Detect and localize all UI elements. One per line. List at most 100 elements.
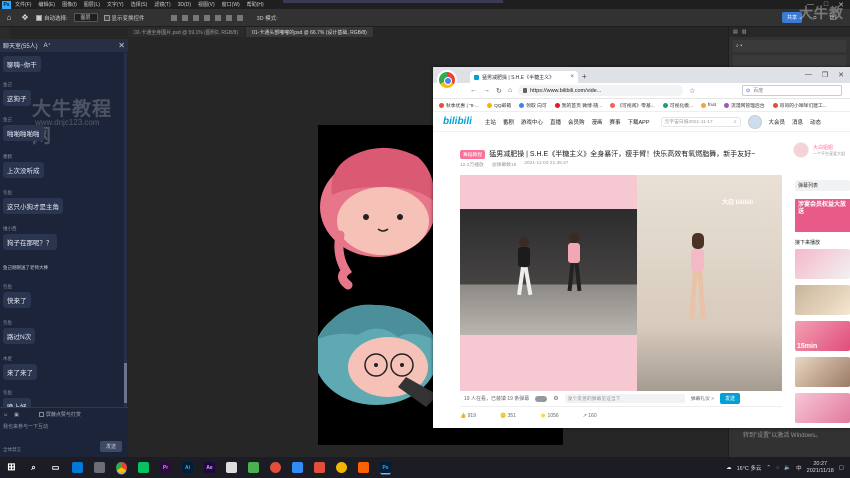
align-middle-icon[interactable] (214, 14, 221, 21)
photoshop-icon[interactable]: Ps (2, 0, 11, 9)
danmaku-settings-icon[interactable]: ⚙ (553, 395, 558, 402)
nav-esports[interactable]: 赛事 (609, 118, 620, 126)
app-icon[interactable] (226, 462, 237, 473)
align-center-icon[interactable] (181, 14, 188, 21)
like-button[interactable]: 👍 919 (460, 413, 476, 419)
layers-tab-icon[interactable]: ▤ (733, 29, 738, 35)
danmaku-etiquette-link[interactable]: 弹幕礼仪 > (691, 395, 714, 402)
home-icon[interactable]: ⌂ (4, 13, 14, 23)
menu-file[interactable]: 文件(F) (15, 1, 31, 8)
danmaku-toggle[interactable] (535, 395, 548, 402)
bookmark-item[interactable]: fruit (700, 102, 716, 108)
app-icon[interactable] (94, 462, 105, 473)
nav-main[interactable]: 主站 (485, 118, 496, 126)
video-player[interactable]: 大白 bilibili (460, 175, 782, 391)
auto-select-checkbox[interactable] (36, 14, 42, 21)
app-icon[interactable] (358, 462, 369, 473)
chat-scrollbar[interactable] (124, 53, 127, 407)
bookmark-item[interactable]: 哥哥的小咩咩们建工... (772, 102, 827, 109)
doc-tab[interactable]: 02-卡通全身图片.psd @ 59.1% (图例2, RGB/8) (128, 27, 244, 37)
tray-arrow-icon[interactable]: ⌃ (766, 465, 771, 471)
nav-anime[interactable]: 番剧 (503, 118, 514, 126)
align-top-icon[interactable] (203, 14, 210, 21)
danmaku-input[interactable]: 发个友善的弹幕见证当下 (564, 394, 685, 403)
weather-text[interactable]: 16°C 多云 (737, 464, 762, 472)
download-app-link[interactable]: 下载APP (628, 118, 650, 126)
align-left-icon[interactable] (170, 14, 177, 21)
recommend-thumb-4[interactable] (795, 357, 850, 387)
group-select-dropdown[interactable]: 图层 (73, 13, 98, 22)
search-icon[interactable]: ⌕ (734, 119, 737, 125)
after-effects-icon[interactable]: Ae (204, 462, 215, 473)
weather-icon[interactable]: ☁ (726, 465, 732, 471)
address-bar[interactable]: https://www.bilibili.com/vide... (518, 85, 684, 96)
channels-tab-icon[interactable]: ▥ (742, 29, 747, 35)
home-icon[interactable]: ⌂ (508, 87, 512, 94)
photoshop-taskbar-icon[interactable]: Ps (380, 462, 391, 473)
recommend-thumb-2[interactable] (795, 285, 850, 315)
bookmark-item[interactable]: 秋季优惠 | "9·... (439, 102, 479, 109)
browser-close-button[interactable]: ✕ (838, 71, 844, 79)
app-icon[interactable] (248, 462, 259, 473)
coin-button[interactable]: 🪙 351 (500, 413, 516, 419)
premiere-icon[interactable]: Pr (160, 462, 171, 473)
uploader-avatar[interactable] (793, 142, 809, 158)
favorite-button[interactable]: ⭐ 1056 (540, 413, 559, 419)
nav-dynamics[interactable]: 动态 (810, 118, 821, 126)
input-language[interactable]: 中 (796, 464, 802, 472)
nav-manga[interactable]: 漫画 (591, 118, 602, 126)
explorer-icon[interactable] (72, 462, 83, 473)
task-view-icon[interactable]: ▭ (50, 462, 61, 473)
menu-image[interactable]: 图像(I) (62, 1, 77, 8)
danmaku-list-toggle[interactable]: 弹幕列表 (795, 180, 850, 191)
back-icon[interactable]: ← (470, 87, 477, 94)
side-banner-ad[interactable]: 涉宴会员权益大放送 (795, 199, 850, 232)
bookmark-star-icon[interactable]: ☆ (689, 87, 695, 95)
menu-layer[interactable]: 图层(L) (84, 1, 100, 8)
bilibili-logo[interactable]: bilibili (443, 116, 472, 127)
bookmark-item[interactable]: 可视化模... (662, 102, 693, 109)
image-icon[interactable]: ▣ (14, 412, 19, 418)
chat-close-icon[interactable]: ✕ (118, 41, 125, 50)
search-icon[interactable]: ⌕ (28, 462, 39, 473)
menu-type[interactable]: 文字(Y) (107, 1, 124, 8)
recommend-thumb-5[interactable] (795, 393, 850, 423)
bookmark-item[interactable]: 《可视阅》零基... (610, 102, 655, 109)
font-size-button[interactable]: A⁺ (44, 42, 51, 49)
browser-minimize-button[interactable]: — (805, 71, 812, 79)
nav-game-center[interactable]: 游戏中心 (521, 118, 543, 126)
recommend-thumb-1[interactable] (795, 249, 850, 279)
move-tool-icon[interactable]: ✥ (20, 13, 30, 23)
volume-icon[interactable]: 🔈 (784, 465, 791, 471)
emoji-icon[interactable]: ☺ (3, 412, 8, 418)
distribute-icon[interactable] (236, 14, 243, 21)
menu-window[interactable]: 窗口(W) (222, 1, 240, 8)
illustrator-icon[interactable]: Ai (182, 462, 193, 473)
uploader-name[interactable]: 大白姐姐 (813, 144, 833, 151)
share-button[interactable]: ↗ 160 (583, 413, 597, 419)
bookmark-item[interactable]: 流漫网管理后台 (723, 102, 765, 109)
browser-tab[interactable]: 猛男减肥操 | S.H.E《半糖主义》 × (470, 71, 578, 83)
network-icon[interactable]: ◌ (776, 465, 779, 471)
wechat-icon[interactable] (138, 462, 149, 473)
app-icon[interactable] (292, 462, 303, 473)
align-right-icon[interactable] (192, 14, 199, 21)
chat-send-button[interactable]: 发送 (99, 441, 122, 452)
new-tab-button[interactable]: + (582, 72, 587, 81)
nav-vip[interactable]: 大会员 (769, 118, 786, 126)
align-bottom-icon[interactable] (225, 14, 232, 21)
menu-view[interactable]: 视图(V) (198, 1, 215, 8)
show-transform-option[interactable]: 显示变换控件 (103, 14, 145, 22)
menu-3d[interactable]: 3D(D) (178, 2, 191, 8)
recommend-thumb-3[interactable]: 15min (795, 321, 850, 351)
doc-tab-active[interactable]: 01-卡通头部嘟嘟的psd @ 66.7% (设计基础, RGB/8) (246, 27, 373, 37)
bookmark-item[interactable]: QQ邮箱 (487, 102, 511, 109)
windows-start-icon[interactable]: ⊞ (6, 462, 17, 473)
block-likes-option[interactable]: 屏蔽点赞与打赏 (38, 411, 81, 418)
user-avatar[interactable] (747, 114, 762, 129)
app-icon[interactable] (270, 462, 281, 473)
app-icon[interactable] (336, 462, 347, 473)
clock[interactable]: 20:27 2021/11/18 (807, 461, 834, 474)
tab-close-icon[interactable]: × (570, 74, 574, 80)
nav-shop[interactable]: 会员购 (568, 118, 585, 126)
